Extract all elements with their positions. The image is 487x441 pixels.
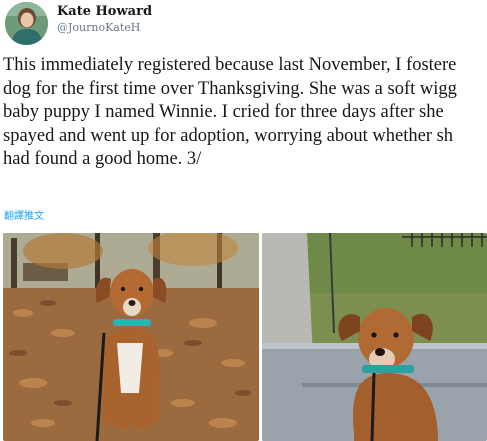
- avatar[interactable]: [5, 2, 48, 45]
- tweet-text-line: dog for the first time over Thanksgiving…: [3, 78, 457, 99]
- tweet-text: This immediately registered because last…: [3, 54, 487, 172]
- translate-tweet-link[interactable]: 翻譯推文: [4, 207, 44, 222]
- tweet-text-line: spayed and went up for adoption, worryin…: [3, 125, 454, 146]
- tweet-text-line: This immediately registered because last…: [3, 55, 457, 75]
- author-handle[interactable]: @JournoKateH: [57, 20, 152, 36]
- author-name[interactable]: Kate Howard: [57, 3, 152, 20]
- author-block: Kate Howard @JournoKateH: [57, 3, 152, 36]
- tweet-photo-1[interactable]: [3, 233, 259, 441]
- tweet-text-line: had found a good home. 3/: [3, 149, 202, 169]
- tweet-photo-2[interactable]: [262, 233, 487, 441]
- tweet-text-line: baby puppy I named Winnie. I cried for t…: [3, 102, 444, 122]
